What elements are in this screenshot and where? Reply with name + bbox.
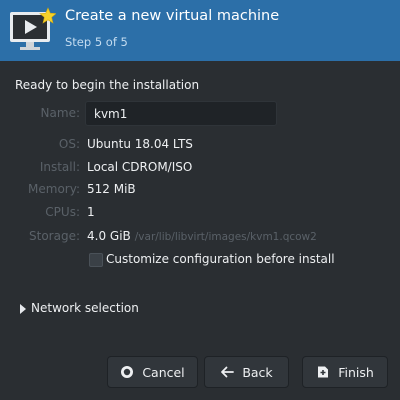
storage-label: Storage: <box>29 229 80 243</box>
network-selection-label[interactable]: Network selection <box>31 301 139 315</box>
back-label: Back <box>242 364 273 380</box>
install-label: Install: <box>39 160 80 174</box>
customize-checkbox[interactable] <box>89 253 103 267</box>
os-label: OS: <box>58 137 80 151</box>
cpus-value: 1 <box>87 205 95 219</box>
os-value: Ubuntu 18.04 LTS <box>87 137 193 151</box>
install-value: Local CDROM/ISO <box>87 160 193 174</box>
wizard-title: Create a new virtual machine <box>65 8 280 24</box>
customize-label[interactable]: Customize configuration before install <box>106 252 335 266</box>
ready-message: Ready to begin the installation <box>15 78 200 92</box>
finish-label: Finish <box>338 364 374 380</box>
name-field[interactable] <box>85 101 277 126</box>
virtual-machine-icon <box>10 7 56 50</box>
wizard-step: Step 5 of 5 <box>65 35 128 49</box>
cancel-button[interactable]: Cancel <box>107 356 198 388</box>
storage-value: 4.0 GiB/var/lib/libvirt/images/kvm1.qcow… <box>87 229 317 243</box>
back-button[interactable]: Back <box>204 356 289 388</box>
finish-button[interactable]: Finish <box>302 356 388 388</box>
os-row: OS: Ubuntu 18.04 LTS <box>0 135 400 155</box>
expander-arrow-icon[interactable] <box>20 304 26 314</box>
finish-icon <box>318 366 329 378</box>
cancel-icon <box>121 366 134 378</box>
back-arrow-icon <box>221 366 235 378</box>
cancel-label: Cancel <box>142 364 185 380</box>
storage-path: /var/lib/libvirt/images/kvm1.qcow2 <box>134 231 317 243</box>
memory-row: Memory: 512 MiB <box>0 180 400 200</box>
cpus-label: CPUs: <box>45 205 80 219</box>
install-row: Install: Local CDROM/ISO <box>0 158 400 178</box>
storage-row: Storage: 4.0 GiB/var/lib/libvirt/images/… <box>0 227 400 247</box>
memory-label: Memory: <box>28 182 80 196</box>
cpus-row: CPUs: 1 <box>0 203 400 223</box>
storage-size: 4.0 GiB <box>87 229 131 243</box>
name-label: Name: <box>40 106 80 120</box>
wizard-header: Create a new virtual machine Step 5 of 5 <box>0 0 400 61</box>
memory-value: 512 MiB <box>87 182 136 196</box>
